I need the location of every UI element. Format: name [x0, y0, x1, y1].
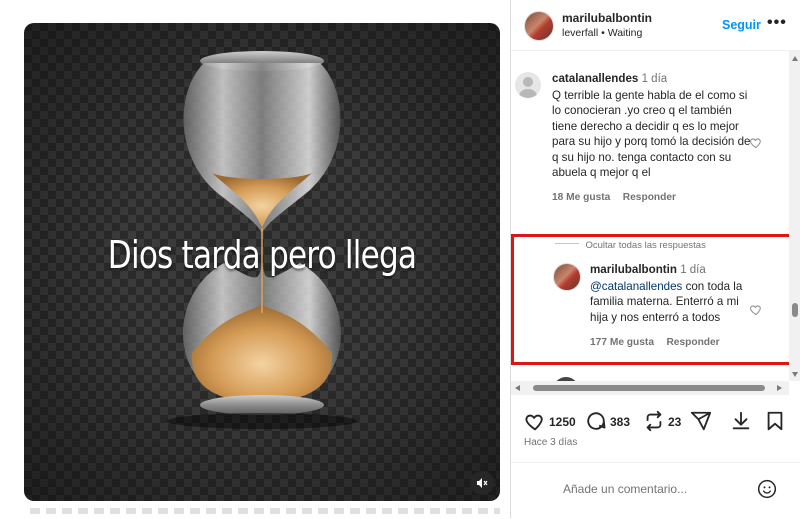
horizontal-scrollbar[interactable]: [511, 381, 789, 395]
author-username[interactable]: marilubalbontin: [562, 11, 652, 25]
reply-button[interactable]: Responder: [623, 192, 676, 203]
carousel-strip: [30, 508, 500, 514]
avatar[interactable]: [515, 72, 541, 98]
comment-time: 1 día: [641, 73, 668, 85]
heart-icon[interactable]: [749, 136, 763, 150]
scroll-thumb[interactable]: [533, 385, 765, 391]
heart-icon[interactable]: [524, 411, 546, 433]
audio-subtitle[interactable]: leverfall • Waiting: [562, 27, 652, 39]
vertical-scrollbar[interactable]: [789, 51, 800, 381]
likes-count[interactable]: 1250: [549, 415, 576, 429]
add-comment-bar: Añade un comentario...: [511, 462, 800, 519]
comment-text: Q terrible la gente habla de el como si …: [552, 88, 751, 180]
scroll-left-icon[interactable]: [515, 385, 520, 391]
comment-input[interactable]: Añade un comentario...: [563, 482, 687, 496]
scroll-thumb[interactable]: [792, 303, 798, 317]
post-header: marilubalbontin leverfall • Waiting Segu…: [511, 0, 800, 51]
post-sidebar: marilubalbontin leverfall • Waiting Segu…: [510, 0, 800, 518]
comment-likes[interactable]: 18 Me gusta: [552, 192, 610, 203]
comment-username[interactable]: catalanallendes: [552, 72, 638, 85]
bookmark-icon[interactable]: [764, 410, 786, 432]
reposts-count[interactable]: 23: [668, 415, 681, 429]
repost-icon[interactable]: [643, 410, 665, 432]
follow-button[interactable]: Seguir: [722, 18, 761, 32]
scroll-right-icon[interactable]: [777, 385, 782, 391]
scroll-down-icon[interactable]: [792, 372, 798, 377]
more-options-icon[interactable]: •••: [767, 14, 787, 32]
emoji-icon[interactable]: [757, 479, 777, 499]
overlay-caption: Dios tarda pero llega: [107, 233, 417, 277]
mute-icon[interactable]: [470, 471, 494, 495]
post-date[interactable]: Hace 3 días: [524, 437, 577, 448]
download-icon[interactable]: [730, 410, 752, 432]
scroll-up-icon[interactable]: [792, 56, 798, 61]
media-panel: Dios tarda pero llega: [0, 0, 510, 518]
comment-icon[interactable]: [585, 410, 607, 432]
comments-count[interactable]: 383: [610, 415, 630, 429]
post-media[interactable]: Dios tarda pero llega: [24, 23, 500, 501]
highlight-box: [511, 234, 797, 365]
action-bar: 1250 383 23: [511, 397, 800, 457]
avatar[interactable]: [524, 11, 554, 41]
share-icon[interactable]: [690, 410, 712, 432]
